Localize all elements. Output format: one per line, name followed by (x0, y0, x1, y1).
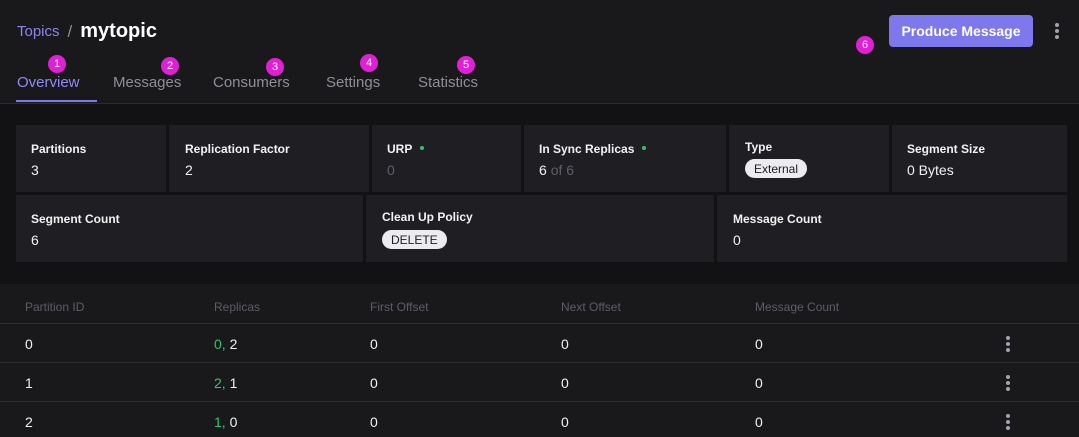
partitions-table: Partition ID Replicas First Offset Next … (0, 284, 1079, 437)
stat-label: Clean Up Policy (382, 210, 473, 224)
stat-value: 0 (733, 232, 741, 248)
table-row: 0 0, 2 0 0 0 (0, 323, 1079, 362)
cell-replicas: 0, 2 (214, 336, 238, 352)
page-header: Topics / mytopic Produce Message 6 1 2 3… (0, 0, 1079, 104)
status-dot-icon (642, 145, 647, 150)
stat-message-count: Message Count 0 (717, 195, 1067, 262)
tab-messages[interactable]: Messages (113, 74, 181, 91)
column-header-next-offset[interactable]: Next Offset (561, 300, 621, 314)
stat-label: In Sync Replicas (539, 142, 647, 156)
cell-message-count: 0 (755, 336, 763, 352)
column-header-replicas[interactable]: Replicas (214, 300, 260, 314)
annotation-badge-6: 6 (856, 36, 874, 54)
cell-partition-id: 0 (25, 336, 33, 352)
cell-next-offset: 0 (561, 375, 569, 391)
stat-label: URP (387, 142, 425, 156)
stat-replication-factor: Replication Factor 2 (169, 125, 369, 192)
stat-type: Type External (729, 125, 889, 192)
column-header-message-count[interactable]: Message Count (755, 300, 839, 314)
cell-replicas: 2, 1 (214, 375, 238, 391)
stat-in-sync-replicas: In Sync Replicas 6 of 6 (524, 125, 726, 192)
stat-value: 0 (387, 162, 395, 178)
cell-next-offset: 0 (561, 414, 569, 430)
stat-value: 0 Bytes (907, 162, 954, 178)
stat-value: 6 of 6 (539, 162, 575, 178)
stat-partitions: Partitions 3 (16, 125, 166, 192)
cell-first-offset: 0 (370, 375, 378, 391)
cell-partition-id: 2 (25, 414, 33, 430)
row-actions-icon[interactable] (1001, 333, 1015, 355)
produce-message-button[interactable]: Produce Message (889, 15, 1033, 47)
breadcrumb-topics-link[interactable]: Topics (17, 23, 60, 40)
cell-replicas: 1, 0 (214, 414, 238, 430)
active-tab-indicator (16, 100, 97, 102)
column-header-first-offset[interactable]: First Offset (370, 300, 428, 314)
tab-overview[interactable]: Overview (17, 74, 80, 91)
cell-message-count: 0 (755, 375, 763, 391)
cell-first-offset: 0 (370, 414, 378, 430)
stat-segment-size: Segment Size 0 Bytes (892, 125, 1067, 192)
stat-value: 3 (31, 162, 39, 178)
cleanup-policy-badge: DELETE (382, 230, 447, 249)
breadcrumb: Topics / mytopic (17, 20, 157, 43)
tab-settings[interactable]: Settings (326, 74, 380, 91)
cell-next-offset: 0 (561, 336, 569, 352)
topic-statistics-panel: Partitions 3 Replication Factor 2 URP 0 … (0, 104, 1079, 284)
stat-label: Replication Factor (185, 142, 290, 156)
tab-statistics[interactable]: Statistics (418, 74, 478, 91)
cell-first-offset: 0 (370, 336, 378, 352)
row-actions-icon[interactable] (1001, 411, 1015, 433)
stat-label: Segment Count (31, 212, 120, 226)
more-options-icon[interactable] (1050, 20, 1064, 42)
stats-grid: Partitions 3 Replication Factor 2 URP 0 … (16, 125, 1067, 262)
annotation-badge-1: 1 (48, 55, 66, 73)
cell-message-count: 0 (755, 414, 763, 430)
table-row: 1 2, 1 0 0 0 (0, 362, 1079, 401)
page-title: mytopic (80, 20, 157, 42)
stat-label: Type (745, 140, 773, 154)
stat-cleanup-policy: Clean Up Policy DELETE (366, 195, 714, 262)
cell-partition-id: 1 (25, 375, 33, 391)
column-header-partition-id[interactable]: Partition ID (25, 300, 84, 314)
row-actions-icon[interactable] (1001, 372, 1015, 394)
stat-label: Partitions (31, 142, 87, 156)
stat-urp: URP 0 (372, 125, 521, 192)
annotation-badge-4: 4 (360, 54, 378, 72)
annotation-badge-5: 5 (457, 56, 475, 74)
table-row: 2 1, 0 0 0 0 (0, 401, 1079, 437)
breadcrumb-separator: / (67, 21, 73, 41)
stat-value: 6 (31, 232, 39, 248)
stat-segment-count: Segment Count 6 (16, 195, 363, 262)
stat-value: 2 (185, 162, 193, 178)
tab-consumers[interactable]: Consumers (213, 74, 290, 91)
annotation-badge-2: 2 (161, 57, 179, 75)
stat-label: Message Count (733, 212, 822, 226)
type-badge: External (745, 159, 808, 178)
stat-label: Segment Size (907, 142, 986, 156)
status-dot-icon (420, 145, 425, 150)
